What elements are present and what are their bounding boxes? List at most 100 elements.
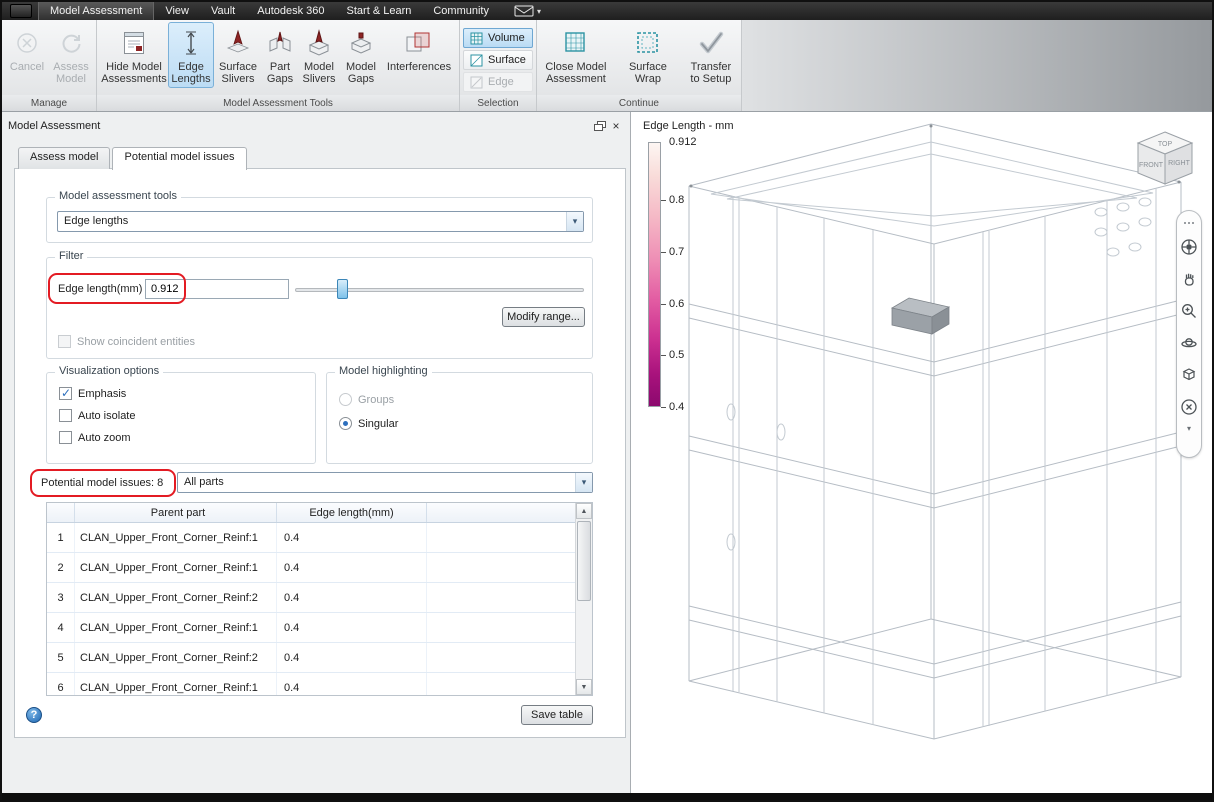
ribbon-group-tools: Hide Model Assessments Edge Lengths Surf…	[97, 20, 460, 111]
selection-volume-button[interactable]: Volume	[463, 28, 533, 48]
part-gaps-button[interactable]: Part Gaps	[262, 22, 298, 88]
surface-wrap-icon	[634, 25, 662, 61]
assessment-tool-dropdown[interactable]: Edge lengths	[57, 211, 584, 232]
header-filler	[427, 503, 592, 522]
main-area: Model Assessment × Assess model Potentia…	[2, 112, 1212, 793]
messages-dropdown[interactable]: ▾	[514, 5, 541, 17]
ribbon-group-continue: Close Model Assessment Surface Wrap Tran…	[536, 20, 742, 111]
save-table-button[interactable]: Save table	[521, 705, 593, 725]
model-slivers-button[interactable]: Model Slivers	[298, 22, 340, 88]
help-icon[interactable]: ?	[26, 707, 42, 723]
cancel-icon	[14, 25, 40, 61]
navigation-bar[interactable]: ▾	[1176, 210, 1202, 458]
navbar-grip[interactable]	[1178, 216, 1200, 230]
close-model-assessment-button[interactable]: Close Model Assessment	[540, 22, 612, 88]
cancel-button[interactable]: Cancel	[5, 22, 49, 76]
highlighted-region	[890, 297, 951, 335]
emphasis-checkbox[interactable]	[59, 386, 72, 400]
groups-radio[interactable]	[339, 393, 352, 406]
scroll-up-icon[interactable]: ▲	[576, 503, 592, 519]
selection-surface-button[interactable]: Surface	[463, 50, 533, 70]
ribbon: Cancel Assess Model Manage Hide Model As…	[2, 20, 1212, 112]
legend-tick-label: 0.4	[669, 401, 685, 413]
auto-zoom-checkbox[interactable]	[59, 431, 72, 444]
chevron-down-icon: ▾	[536, 6, 541, 16]
singular-radio-row[interactable]: Singular	[339, 417, 398, 430]
visualization-options-group: Visualization options Emphasis Auto isol…	[46, 365, 316, 464]
table-row[interactable]: 3 CLAN_Upper_Front_Corner_Reinf:2 0.4	[47, 583, 592, 613]
model-wireframe[interactable]	[631, 112, 1208, 790]
interferences-icon	[404, 25, 434, 61]
navbar-chevron-icon[interactable]: ▾	[1187, 424, 1191, 433]
zoom-icon[interactable]	[1178, 296, 1200, 326]
transfer-to-setup-button[interactable]: Transfer to Setup	[684, 22, 738, 88]
float-panel-icon[interactable]	[592, 119, 608, 133]
app-window: Model Assessment View Vault Autodesk 360…	[0, 0, 1214, 802]
issues-parts-dropdown[interactable]: All parts	[177, 472, 593, 493]
pan-hand-icon[interactable]	[1178, 264, 1200, 294]
auto-zoom-label: Auto zoom	[78, 431, 131, 444]
edge-icon	[470, 76, 483, 88]
legend-tick-label: 0.7	[669, 246, 685, 258]
groups-radio-row[interactable]: Groups	[339, 393, 398, 406]
surface-wrap-button[interactable]: Surface Wrap	[612, 22, 684, 88]
menu-autodesk-360[interactable]: Autodesk 360	[246, 2, 335, 20]
auto-zoom-checkbox-row[interactable]: Auto zoom	[59, 431, 135, 444]
edge-lengths-button[interactable]: Edge Lengths	[168, 22, 214, 88]
hide-assessments-icon	[121, 25, 147, 61]
auto-isolate-checkbox[interactable]	[59, 409, 72, 422]
tab-assess-model[interactable]: Assess model	[18, 147, 111, 169]
table-row[interactable]: 1 CLAN_Upper_Front_Corner_Reinf:1 0.4	[47, 523, 592, 553]
edge-length-input[interactable]	[145, 279, 289, 299]
auto-isolate-checkbox-row[interactable]: Auto isolate	[59, 409, 135, 422]
viewcube-top-label[interactable]: TOP	[1158, 141, 1173, 148]
edge-length-slider[interactable]	[337, 279, 348, 299]
table-row[interactable]: 2 CLAN_Upper_Front_Corner_Reinf:1 0.4	[47, 553, 592, 583]
potential-issues-count-label: Potential model issues: 8	[41, 477, 164, 489]
legend-color-bar	[648, 142, 661, 407]
viewcube-right-label[interactable]: RIGHT	[1168, 160, 1191, 167]
menu-model-assessment[interactable]: Model Assessment	[38, 2, 155, 20]
model-assessment-panel: Model Assessment × Assess model Potentia…	[2, 112, 631, 793]
viewcube-front-label[interactable]: FRONT	[1139, 162, 1164, 169]
look-at-box-icon[interactable]	[1178, 360, 1200, 390]
scrollbar-thumb[interactable]	[577, 521, 591, 601]
emphasis-checkbox-row[interactable]: Emphasis	[59, 386, 135, 400]
singular-radio[interactable]	[339, 417, 352, 430]
show-coincident-checkbox[interactable]	[58, 335, 71, 348]
surface-slivers-button[interactable]: Surface Slivers	[214, 22, 262, 88]
steering-wheel-icon[interactable]	[1178, 232, 1200, 262]
app-menu-icon[interactable]	[10, 4, 32, 18]
table-row[interactable]: 4 CLAN_Upper_Front_Corner_Reinf:1 0.4	[47, 613, 592, 643]
orbit-icon[interactable]	[1178, 328, 1200, 358]
legend-max-value: 0.912	[669, 136, 697, 148]
view-cube[interactable]: TOP FRONT RIGHT	[1130, 126, 1200, 196]
close-navbar-icon[interactable]	[1178, 392, 1200, 422]
table-row[interactable]: 6 CLAN_Upper_Front_Corner_Reinf:1 0.4	[47, 673, 592, 695]
table-scrollbar[interactable]: ▲ ▼	[575, 503, 592, 695]
assess-model-button[interactable]: Assess Model	[49, 22, 93, 88]
legend-tick-label: 0.8	[669, 194, 685, 206]
menu-start-learn[interactable]: Start & Learn	[336, 2, 423, 20]
model-gaps-button[interactable]: Model Gaps	[340, 22, 382, 88]
interferences-button[interactable]: Interferences	[382, 22, 456, 76]
table-row[interactable]: 5 CLAN_Upper_Front_Corner_Reinf:2 0.4	[47, 643, 592, 673]
close-panel-icon[interactable]: ×	[608, 119, 624, 133]
menu-view[interactable]: View	[154, 2, 200, 20]
panel-tabs: Assess model Potential model issues	[18, 147, 247, 170]
viewport-3d[interactable]: Edge Length - mm 0.912 0.8 0.7 0.6 0.5 0…	[631, 112, 1212, 793]
menu-community[interactable]: Community	[422, 2, 500, 20]
modify-range-button[interactable]: Modify range...	[502, 307, 585, 327]
hide-model-assessments-button[interactable]: Hide Model Assessments	[100, 22, 168, 88]
edge-lengths-icon	[178, 25, 204, 61]
menu-vault[interactable]: Vault	[200, 2, 246, 20]
show-coincident-checkbox-row[interactable]: Show coincident entities	[58, 335, 195, 348]
groups-label: Groups	[358, 393, 395, 406]
header-parent-part: Parent part	[75, 503, 277, 522]
issues-parts-dropdown-value: All parts	[184, 476, 224, 488]
legend-title: Edge Length - mm	[643, 120, 734, 132]
auto-isolate-label: Auto isolate	[78, 409, 136, 422]
tab-potential-model-issues[interactable]: Potential model issues	[112, 147, 247, 170]
scroll-down-icon[interactable]: ▼	[576, 679, 592, 695]
selection-edge-button[interactable]: Edge	[463, 72, 533, 92]
